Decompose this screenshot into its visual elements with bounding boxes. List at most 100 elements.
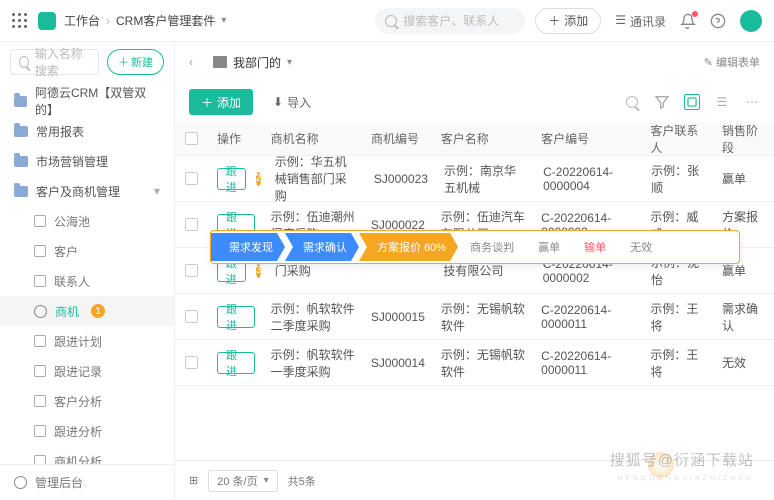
crumb-suite[interactable]: CRM客户管理套件 <box>116 12 215 29</box>
search-placeholder: 搜索客户、联系人 <box>403 12 499 29</box>
grid-icon[interactable]: ⊞ <box>189 474 198 487</box>
search-icon[interactable] <box>624 94 640 110</box>
topbar: 工作台 › CRM客户管理套件 ▾ 搜索客户、联系人 ＋添加 ☰通讯录 <box>0 0 774 42</box>
gear-icon <box>14 476 27 489</box>
admin-link[interactable]: 管理后台 <box>0 464 174 500</box>
col-stage[interactable]: 销售阶段 <box>714 122 774 156</box>
import-button[interactable]: ⬇ 导入 <box>263 89 321 115</box>
sidebar-item[interactable]: 阿德云CRM【双管双的】 <box>0 86 174 116</box>
sidebar-item-label: 客户 <box>54 243 78 260</box>
watermark: 搜狐号@衍涵下载站 <box>610 449 754 470</box>
sidebar-item[interactable]: 客户及商机管理▾ <box>0 176 174 206</box>
badge: 1 <box>91 304 105 318</box>
col-cid[interactable]: 客户编号 <box>533 130 642 147</box>
row-checkbox[interactable] <box>185 356 198 369</box>
avatar[interactable] <box>740 10 762 32</box>
follow-button[interactable]: 跟进 <box>217 168 246 190</box>
sidebar-item[interactable]: 跟进记录 <box>0 356 174 386</box>
global-search[interactable]: 搜索客户、联系人 <box>375 8 525 34</box>
list-icon <box>34 425 46 437</box>
sidebar-item[interactable]: 常用报表 <box>0 116 174 146</box>
col-cust[interactable]: 客户名称 <box>433 130 533 147</box>
new-button[interactable]: ＋新建 <box>107 49 164 75</box>
cell-stage: 赢单 <box>714 262 774 279</box>
sidebar-item[interactable]: 客户 <box>0 236 174 266</box>
sidebar-item[interactable]: 客户分析 <box>0 386 174 416</box>
sidebar-item-label: 商机 <box>55 303 79 320</box>
crumb-workspace[interactable]: 工作台 <box>64 12 100 29</box>
col-contact[interactable]: 客户联系人 <box>642 122 714 156</box>
list-icon <box>34 455 46 464</box>
list-icon <box>34 365 46 377</box>
cell-stage: 赢单 <box>714 170 774 187</box>
data-table: 操作 商机名称 商机编号 客户名称 客户编号 客户联系人 销售阶段 跟进 2 示例… <box>175 122 774 460</box>
follow-button[interactable]: 跟进 <box>217 352 255 374</box>
col-op: 操作 <box>209 130 263 147</box>
page-size-select[interactable]: 20 条/页▾ <box>208 470 277 492</box>
bell-icon[interactable] <box>680 13 696 29</box>
cell-cust: 技有限公司 <box>435 262 534 279</box>
col-code[interactable]: 商机编号 <box>363 130 433 147</box>
table-row[interactable]: 跟进 示例：帆软软件二季度采购 SJ000015 示例：无锡帆软软件 C-202… <box>175 294 774 340</box>
card-view-icon[interactable] <box>684 94 700 110</box>
watermark-sub: HENGDONGXIAZHIZHAN <box>617 475 754 482</box>
cell-name: 示例：帆软软件一季度采购 <box>263 346 363 380</box>
stage-step[interactable]: 商务谈判 <box>458 233 526 261</box>
sidebar-item[interactable]: 商机分析 <box>0 446 174 464</box>
edit-form-link[interactable]: ✎ 编辑表单 <box>704 54 760 70</box>
add-button[interactable]: ＋添加 <box>535 8 601 34</box>
select-all-checkbox[interactable] <box>185 132 198 145</box>
folder-icon <box>14 186 28 197</box>
stage-step[interactable]: 赢单 <box>526 233 572 261</box>
sidebar-item-label: 市场营销管理 <box>36 153 108 170</box>
cell-code: SJ000015 <box>363 310 433 324</box>
stage-step[interactable]: 需求发现 <box>211 233 285 261</box>
app-logo <box>38 12 56 30</box>
sidebar-item[interactable]: 公海池 <box>0 206 174 236</box>
table-row[interactable]: 跟进 示例：帆软软件一季度采购 SJ000014 示例：无锡帆软软件 C-202… <box>175 340 774 386</box>
cell-contact: 示例：王将 <box>642 300 714 334</box>
table-row[interactable]: 跟进2 示例：华五机械销售部门采购 SJ000023 示例：南京华五机械 C-2… <box>175 156 774 202</box>
sidebar-search[interactable]: 输入名称搜索 <box>10 49 99 75</box>
col-name[interactable]: 商机名称 <box>263 130 363 147</box>
stage-step[interactable]: 输单 <box>572 233 618 261</box>
contacts-link[interactable]: ☰通讯录 <box>615 13 666 29</box>
sidebar-list: 阿德云CRM【双管双的】常用报表市场营销管理客户及商机管理▾公海池客户联系人商机… <box>0 82 174 464</box>
more-icon[interactable]: ⋯ <box>744 94 760 110</box>
cell-cid: C-20220614-0000011 <box>533 349 642 377</box>
folder-icon <box>14 96 27 107</box>
stage-step[interactable]: 需求确认 <box>285 233 359 261</box>
follow-button[interactable]: 跟进 <box>217 306 255 328</box>
sidebar-item-label: 跟进记录 <box>54 363 102 380</box>
row-checkbox[interactable] <box>185 218 198 231</box>
filter-icon[interactable] <box>654 94 670 110</box>
cell-code: SJ000014 <box>363 356 433 370</box>
apps-icon[interactable] <box>12 13 28 29</box>
sidebar-item[interactable]: 商机 1 <box>0 296 174 326</box>
collapse-icon[interactable]: ‹ <box>189 55 203 69</box>
folder-icon <box>14 156 28 167</box>
scope-select[interactable]: 我部门的▾ <box>213 54 292 71</box>
cell-cid: C-20220614-0000011 <box>533 303 642 331</box>
cell-code: SJ000023 <box>366 172 436 186</box>
stage-step[interactable]: 方案报价 60% <box>359 233 458 261</box>
help-icon[interactable] <box>710 13 726 29</box>
row-checkbox[interactable] <box>185 264 198 277</box>
sidebar-item[interactable]: 市场营销管理 <box>0 146 174 176</box>
sidebar-item[interactable]: 跟进分析 <box>0 416 174 446</box>
row-checkbox[interactable] <box>185 172 198 185</box>
stage-step[interactable]: 无效 <box>618 233 664 261</box>
table-header: 操作 商机名称 商机编号 客户名称 客户编号 客户联系人 销售阶段 <box>175 122 774 156</box>
sidebar-item-label: 联系人 <box>54 273 90 290</box>
stage-popover: 需求发现需求确认方案报价 60%商务谈判赢单输单无效 <box>210 230 740 264</box>
cell-name: 门采购 <box>267 262 366 279</box>
row-checkbox[interactable] <box>185 310 198 323</box>
sidebar-item[interactable]: 跟进计划 <box>0 326 174 356</box>
list-view-icon[interactable]: ☰ <box>714 94 730 110</box>
add-record-button[interactable]: ＋ 添加 <box>189 89 253 115</box>
sidebar-item-label: 跟进分析 <box>54 423 102 440</box>
list-icon <box>34 335 46 347</box>
chevron-down-icon: ▾ <box>154 184 160 198</box>
sidebar-item[interactable]: 联系人 <box>0 266 174 296</box>
badge: 2 <box>256 172 262 186</box>
